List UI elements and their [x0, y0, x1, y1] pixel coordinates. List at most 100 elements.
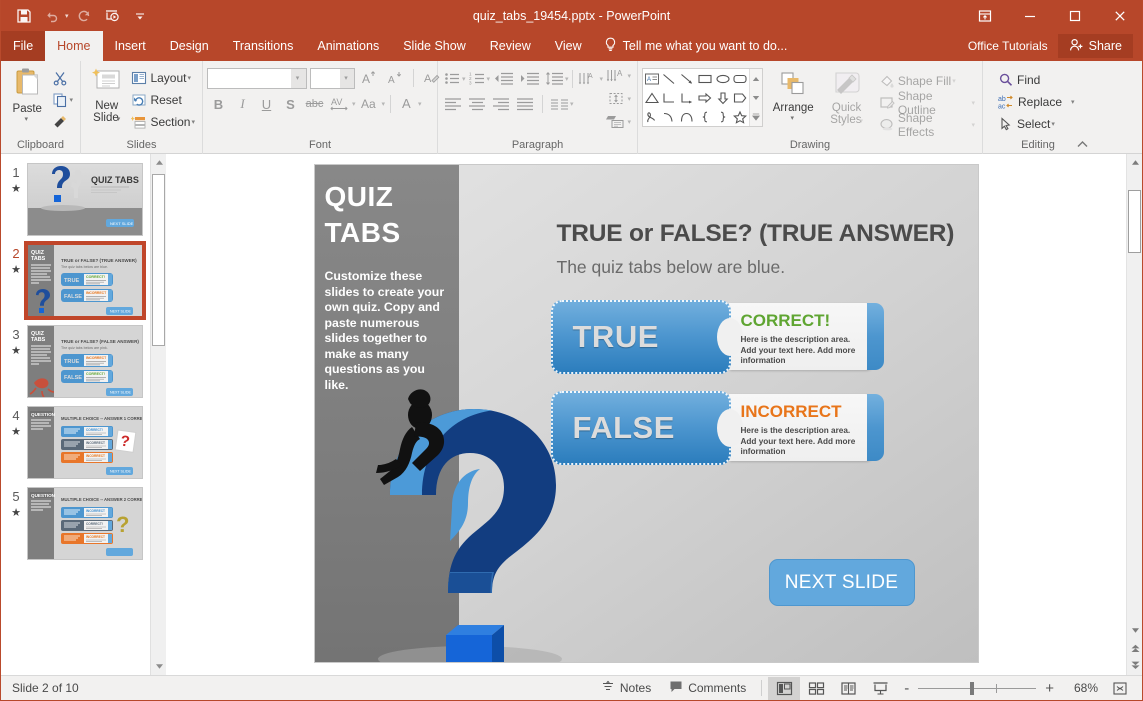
slide-sidebar-title[interactable]: QUIZTABS [325, 179, 453, 251]
slide-editor[interactable]: QUIZTABS Customize these slides to creat… [315, 165, 978, 662]
shape-curve-down-icon[interactable] [661, 107, 679, 126]
save-icon[interactable] [11, 4, 37, 28]
start-presentation-icon[interactable] [99, 4, 125, 28]
shapes-scrollbar[interactable] [749, 69, 762, 126]
align-left-icon[interactable] [442, 93, 465, 114]
quick-styles-button[interactable]: QuickStyles▾ [823, 68, 869, 128]
tab-design[interactable]: Design [158, 31, 221, 61]
convert-smartart-caret[interactable]: ▾ [627, 118, 631, 126]
thumbnail-image[interactable]: QUIZ TABS NEXT SLIDE [27, 163, 143, 236]
new-slide-button[interactable]: NewSlide▾ [85, 64, 128, 126]
redo-icon[interactable] [71, 4, 97, 28]
thumbnail-scroll-thumb[interactable] [152, 174, 165, 346]
share-button[interactable]: Share [1058, 34, 1133, 58]
font-name-input[interactable]: ▾ [207, 68, 307, 89]
tell-me-search[interactable]: Tell me what you want to do... [594, 31, 798, 61]
zoom-in-button[interactable]: + [1043, 680, 1056, 697]
vertical-align-icon[interactable] [604, 88, 629, 109]
shape-elbow-arrow-connector-icon[interactable] [678, 88, 696, 107]
layout-button[interactable]: Layout ▾ [128, 67, 198, 89]
comments-button[interactable]: Comments [660, 676, 755, 701]
shape-oval-icon[interactable] [714, 69, 732, 88]
maximize-icon[interactable] [1052, 0, 1097, 31]
collapse-ribbon-button[interactable] [1076, 139, 1089, 153]
close-icon[interactable] [1097, 0, 1142, 31]
decrease-indent-icon[interactable] [491, 68, 516, 89]
shapes-scroll-up-icon[interactable] [750, 69, 762, 88]
change-case-caret[interactable]: ▾ [382, 100, 386, 108]
shapes-scroll-down-icon[interactable] [750, 88, 762, 107]
font-color-caret[interactable]: ▾ [418, 100, 422, 108]
thumbnail-image[interactable]: QUIZ TABS TRUE or FALSE? (FALSE ANSWER) … [27, 325, 143, 398]
vertical-align-caret[interactable]: ▾ [627, 95, 631, 103]
paste-dropdown-caret[interactable]: ▾ [24, 115, 28, 123]
zoom-slider[interactable] [918, 688, 1036, 689]
change-case-button[interactable]: Aa [357, 93, 383, 115]
tab-view[interactable]: View [543, 31, 594, 61]
increase-indent-icon[interactable] [517, 68, 542, 89]
thumbnail-image[interactable]: QUESTION MULTIPLE CHOICE -- ANSWER 1 COR… [27, 406, 143, 479]
thumbnail-5[interactable]: 5 ★ QUESTION MULTIPLE CHOICE -- ANSWER 2… [1, 483, 166, 564]
numbering-icon[interactable]: 123 [467, 68, 488, 89]
shapes-more-icon[interactable] [750, 107, 762, 126]
previous-slide-icon[interactable] [1127, 640, 1143, 657]
character-spacing-caret[interactable]: ▾ [352, 100, 356, 108]
replace-button[interactable]: abac Replace ▾ [995, 91, 1078, 113]
align-text-icon[interactable]: A [604, 65, 629, 86]
account-name[interactable]: Office Tutorials [958, 39, 1058, 53]
align-right-icon[interactable] [490, 93, 513, 114]
shape-rounded-rectangle-icon[interactable] [731, 69, 749, 88]
scroll-up-icon[interactable] [1127, 154, 1143, 171]
shape-fill-caret[interactable]: ▾ [952, 77, 956, 85]
find-button[interactable]: Find [995, 69, 1043, 91]
thumbnail-2[interactable]: 2 ★ QUIZ TABS TRUE or FALSE? (TRUE ANSWE… [1, 240, 166, 321]
bullets-caret[interactable]: ▾ [462, 75, 466, 83]
zoom-out-button[interactable]: - [902, 680, 911, 697]
shape-scribble-icon[interactable] [643, 107, 661, 126]
tab-transitions[interactable]: Transitions [221, 31, 306, 61]
thumbnail-4[interactable]: 4 ★ QUESTION MULTIPLE CHOICE -- ANSWER 1… [1, 402, 166, 483]
columns-caret[interactable]: ▾ [570, 100, 574, 108]
quiz-tab-false[interactable]: FALSE INCORRECT Here is the description … [551, 391, 891, 465]
justify-icon[interactable] [514, 93, 537, 114]
shape-rectangle-icon[interactable] [696, 69, 714, 88]
shape-arc-icon[interactable] [678, 107, 696, 126]
tab-insert[interactable]: Insert [103, 31, 158, 61]
quiz-tab-true[interactable]: TRUE CORRECT! Here is the description ar… [551, 300, 891, 374]
shape-down-arrow-icon[interactable] [714, 88, 732, 107]
arrange-caret[interactable]: ▾ [790, 114, 794, 122]
thumbnail-scrollbar[interactable] [150, 154, 166, 675]
shape-outline-caret[interactable]: ▾ [971, 99, 975, 107]
quick-styles-caret[interactable]: ▾ [860, 118, 864, 125]
align-center-icon[interactable] [466, 93, 489, 114]
section-button[interactable]: Section ▾ [128, 111, 198, 133]
reset-button[interactable]: Reset [128, 89, 198, 111]
undo-icon[interactable] [39, 4, 65, 28]
replace-caret[interactable]: ▾ [1071, 98, 1075, 106]
select-button[interactable]: Select ▾ [995, 113, 1058, 135]
thumbnail-1[interactable]: 1 ★ QUIZ TABS [1, 159, 166, 240]
grow-font-button[interactable]: A [358, 67, 381, 89]
shape-right-arrow-icon[interactable] [696, 88, 714, 107]
tab-animations[interactable]: Animations [305, 31, 391, 61]
notes-button[interactable]: Notes [592, 676, 660, 701]
font-color-button[interactable]: A [396, 93, 419, 115]
bullets-icon[interactable] [442, 68, 463, 89]
next-slide-button[interactable]: NEXT SLIDE [769, 559, 915, 606]
new-slide-caret[interactable]: ▾ [117, 116, 121, 123]
shape-arrow-icon[interactable] [678, 69, 696, 88]
slideshow-icon[interactable] [864, 677, 896, 700]
text-shadow-button[interactable]: S [279, 93, 302, 115]
shape-pentagon-tag-icon[interactable] [731, 88, 749, 107]
slide-heading[interactable]: TRUE or FALSE? (TRUE ANSWER) [557, 220, 955, 248]
shape-textbox-icon[interactable]: A [643, 69, 661, 88]
scroll-down-icon[interactable] [1127, 622, 1143, 639]
section-caret[interactable]: ▾ [191, 118, 195, 126]
slide-sidebar-body[interactable]: Customize these slides to create your ow… [325, 269, 451, 393]
normal-view-icon[interactable] [768, 677, 800, 700]
convert-smartart-icon[interactable] [604, 111, 629, 132]
font-name-caret[interactable]: ▾ [291, 69, 306, 88]
strikethrough-button[interactable]: abc [303, 93, 326, 115]
columns-icon[interactable] [548, 93, 571, 114]
shape-right-brace-icon[interactable] [714, 107, 732, 126]
